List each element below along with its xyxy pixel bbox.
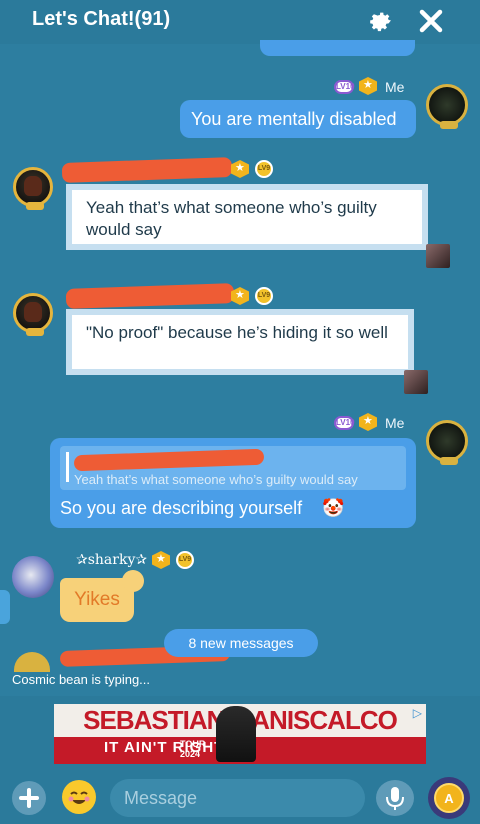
sender-name: Me — [385, 415, 405, 431]
ad-tour: TOUR — [180, 739, 206, 749]
ad-choices-icon[interactable]: ▷ — [413, 706, 422, 720]
message-placeholder: Message — [124, 788, 198, 808]
avatar[interactable] — [426, 420, 468, 465]
quote-bar — [66, 452, 69, 482]
microphone-button[interactable] — [376, 780, 414, 816]
coin-icon: A — [434, 783, 464, 813]
avatar[interactable] — [426, 84, 468, 129]
ad-year: 2024 — [180, 749, 201, 759]
sender-name: ✰sharky✰ — [76, 552, 148, 568]
redacted-sender-name — [61, 157, 233, 183]
smile-icon — [68, 791, 90, 804]
redacted-sender-name — [73, 448, 265, 472]
svg-text:A: A — [444, 791, 454, 806]
microphone-icon — [386, 787, 404, 810]
star-badge-icon — [152, 551, 170, 569]
chat-title: Let's Chat!(91) — [32, 8, 171, 30]
sticker-thumbnail — [426, 244, 450, 268]
coin-button[interactable]: A — [428, 777, 470, 819]
gear-icon[interactable] — [366, 8, 394, 36]
message-bubble[interactable]: "No proof" because he’s hiding it so wel… — [72, 315, 408, 369]
avatar[interactable] — [13, 293, 53, 336]
reply-quote[interactable]: Yeah that’s what someone who’s guilty wo… — [60, 446, 406, 490]
star-badge-icon — [359, 77, 377, 95]
add-button[interactable] — [12, 781, 46, 815]
new-messages-button[interactable]: 8 new messages — [164, 629, 318, 657]
plus-icon — [19, 788, 39, 808]
side-drawer-handle[interactable] — [0, 590, 10, 624]
sticker-thumbnail — [404, 370, 428, 394]
ad-banner[interactable]: SEBASTIAN MANISCALCO IT AIN'T RIGHT TOUR… — [54, 704, 426, 764]
level-badge: LV9 — [176, 551, 194, 569]
message-text: Yeah that’s what someone who’s guilty wo… — [86, 198, 377, 239]
level-badge: LV9 — [255, 287, 273, 305]
level-badge: LV10 — [334, 416, 355, 430]
message-text: Yikes — [74, 589, 120, 610]
message-text: "No proof" because he’s hiding it so wel… — [86, 323, 388, 342]
level-badge: LV9 — [255, 160, 273, 178]
redacted-sender-name — [65, 283, 235, 309]
emoji-button[interactable] — [62, 780, 96, 814]
previous-message-bubble — [260, 40, 415, 56]
ad-tour-label: TOUR 2024 — [180, 739, 205, 759]
ad-person-image — [216, 706, 256, 762]
clown-emoji: 🤡 — [322, 498, 345, 518]
avatar[interactable] — [12, 556, 54, 598]
star-badge-icon — [359, 413, 377, 431]
message-input[interactable]: Message — [110, 779, 365, 817]
typing-indicator: Cosmic bean is typing... — [12, 672, 151, 687]
quote-text: Yeah that’s what someone who’s guilty wo… — [74, 472, 358, 487]
close-icon[interactable] — [416, 6, 446, 36]
message-text: So you are describing yourself — [60, 498, 303, 518]
avatar[interactable] — [13, 167, 53, 210]
message-bubble[interactable]: You are mentally disabled — [180, 100, 416, 138]
message-text: You are mentally disabled — [191, 109, 397, 129]
message-bubble[interactable]: Yeah that’s what someone who’s guilty wo… — [72, 190, 422, 244]
level-badge: LV10 — [334, 80, 355, 94]
message-bubble[interactable]: Yeah that’s what someone who’s guilty wo… — [50, 438, 416, 528]
avatar[interactable] — [14, 652, 50, 672]
star-badge-icon — [231, 160, 249, 178]
sender-name: Me — [385, 79, 405, 95]
duck-head-shape — [122, 570, 144, 592]
ad-subline: IT AIN'T RIGHT — [104, 739, 225, 756]
